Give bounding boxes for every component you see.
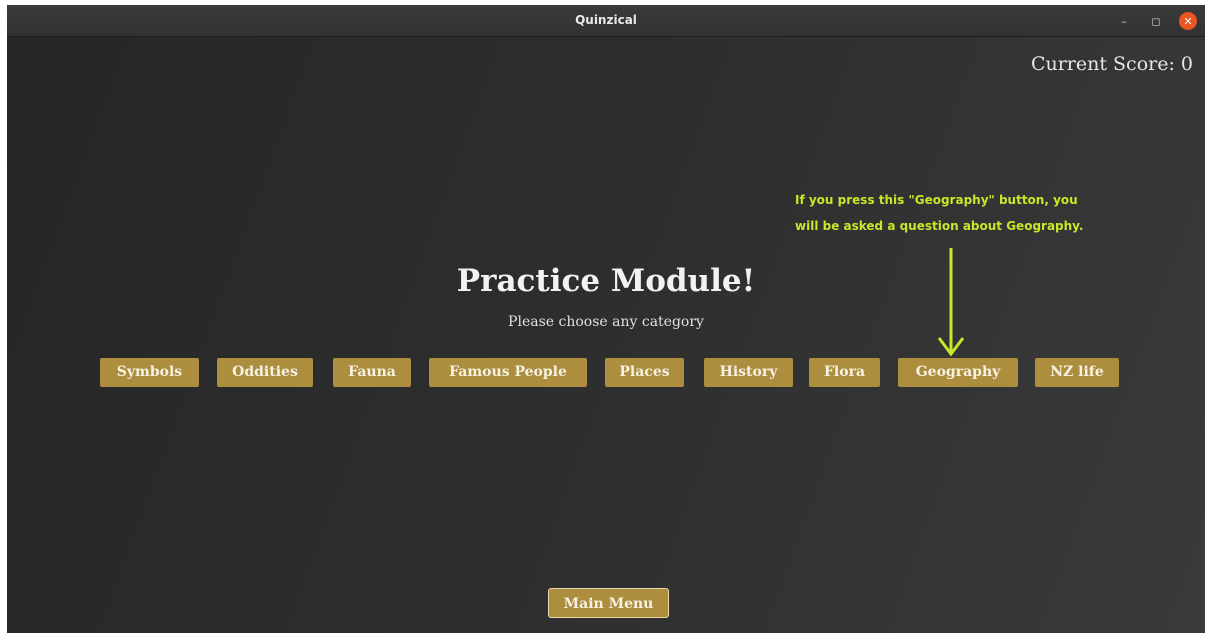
annotation-line-2: will be asked a question about Geography… [795,219,1084,233]
main-menu-button[interactable]: Main Menu [548,588,669,618]
annotation-line-1: If you press this "Geography" button, yo… [795,193,1078,207]
page-subtitle: Please choose any category [508,314,704,330]
category-button-oddities[interactable]: Oddities [217,358,313,387]
category-button-nz-life[interactable]: NZ life [1035,358,1119,387]
category-button-geography[interactable]: Geography [898,358,1018,387]
geography-annotation: If you press this "Geography" button, yo… [795,187,1125,239]
category-button-fauna[interactable]: Fauna [333,358,411,387]
category-button-places[interactable]: Places [605,358,684,387]
app-window: Quinzical – ◻ ✕ Current Score: 0 If you … [7,5,1205,633]
close-icon[interactable]: ✕ [1179,12,1197,30]
window-controls: – ◻ ✕ [1115,11,1197,31]
title-bar: Quinzical – ◻ ✕ [7,5,1205,37]
window-title: Quinzical [575,13,637,27]
minimize-icon[interactable]: – [1115,12,1133,30]
maximize-icon[interactable]: ◻ [1147,12,1165,30]
main-content: Current Score: 0 If you press this "Geog… [7,37,1205,633]
category-button-flora[interactable]: Flora [809,358,880,387]
category-button-symbols[interactable]: Symbols [100,358,199,387]
category-button-famous-people[interactable]: Famous People [429,358,587,387]
current-score: Current Score: 0 [1030,53,1193,75]
page-title: Practice Module! [456,263,756,299]
category-button-history[interactable]: History [704,358,793,387]
